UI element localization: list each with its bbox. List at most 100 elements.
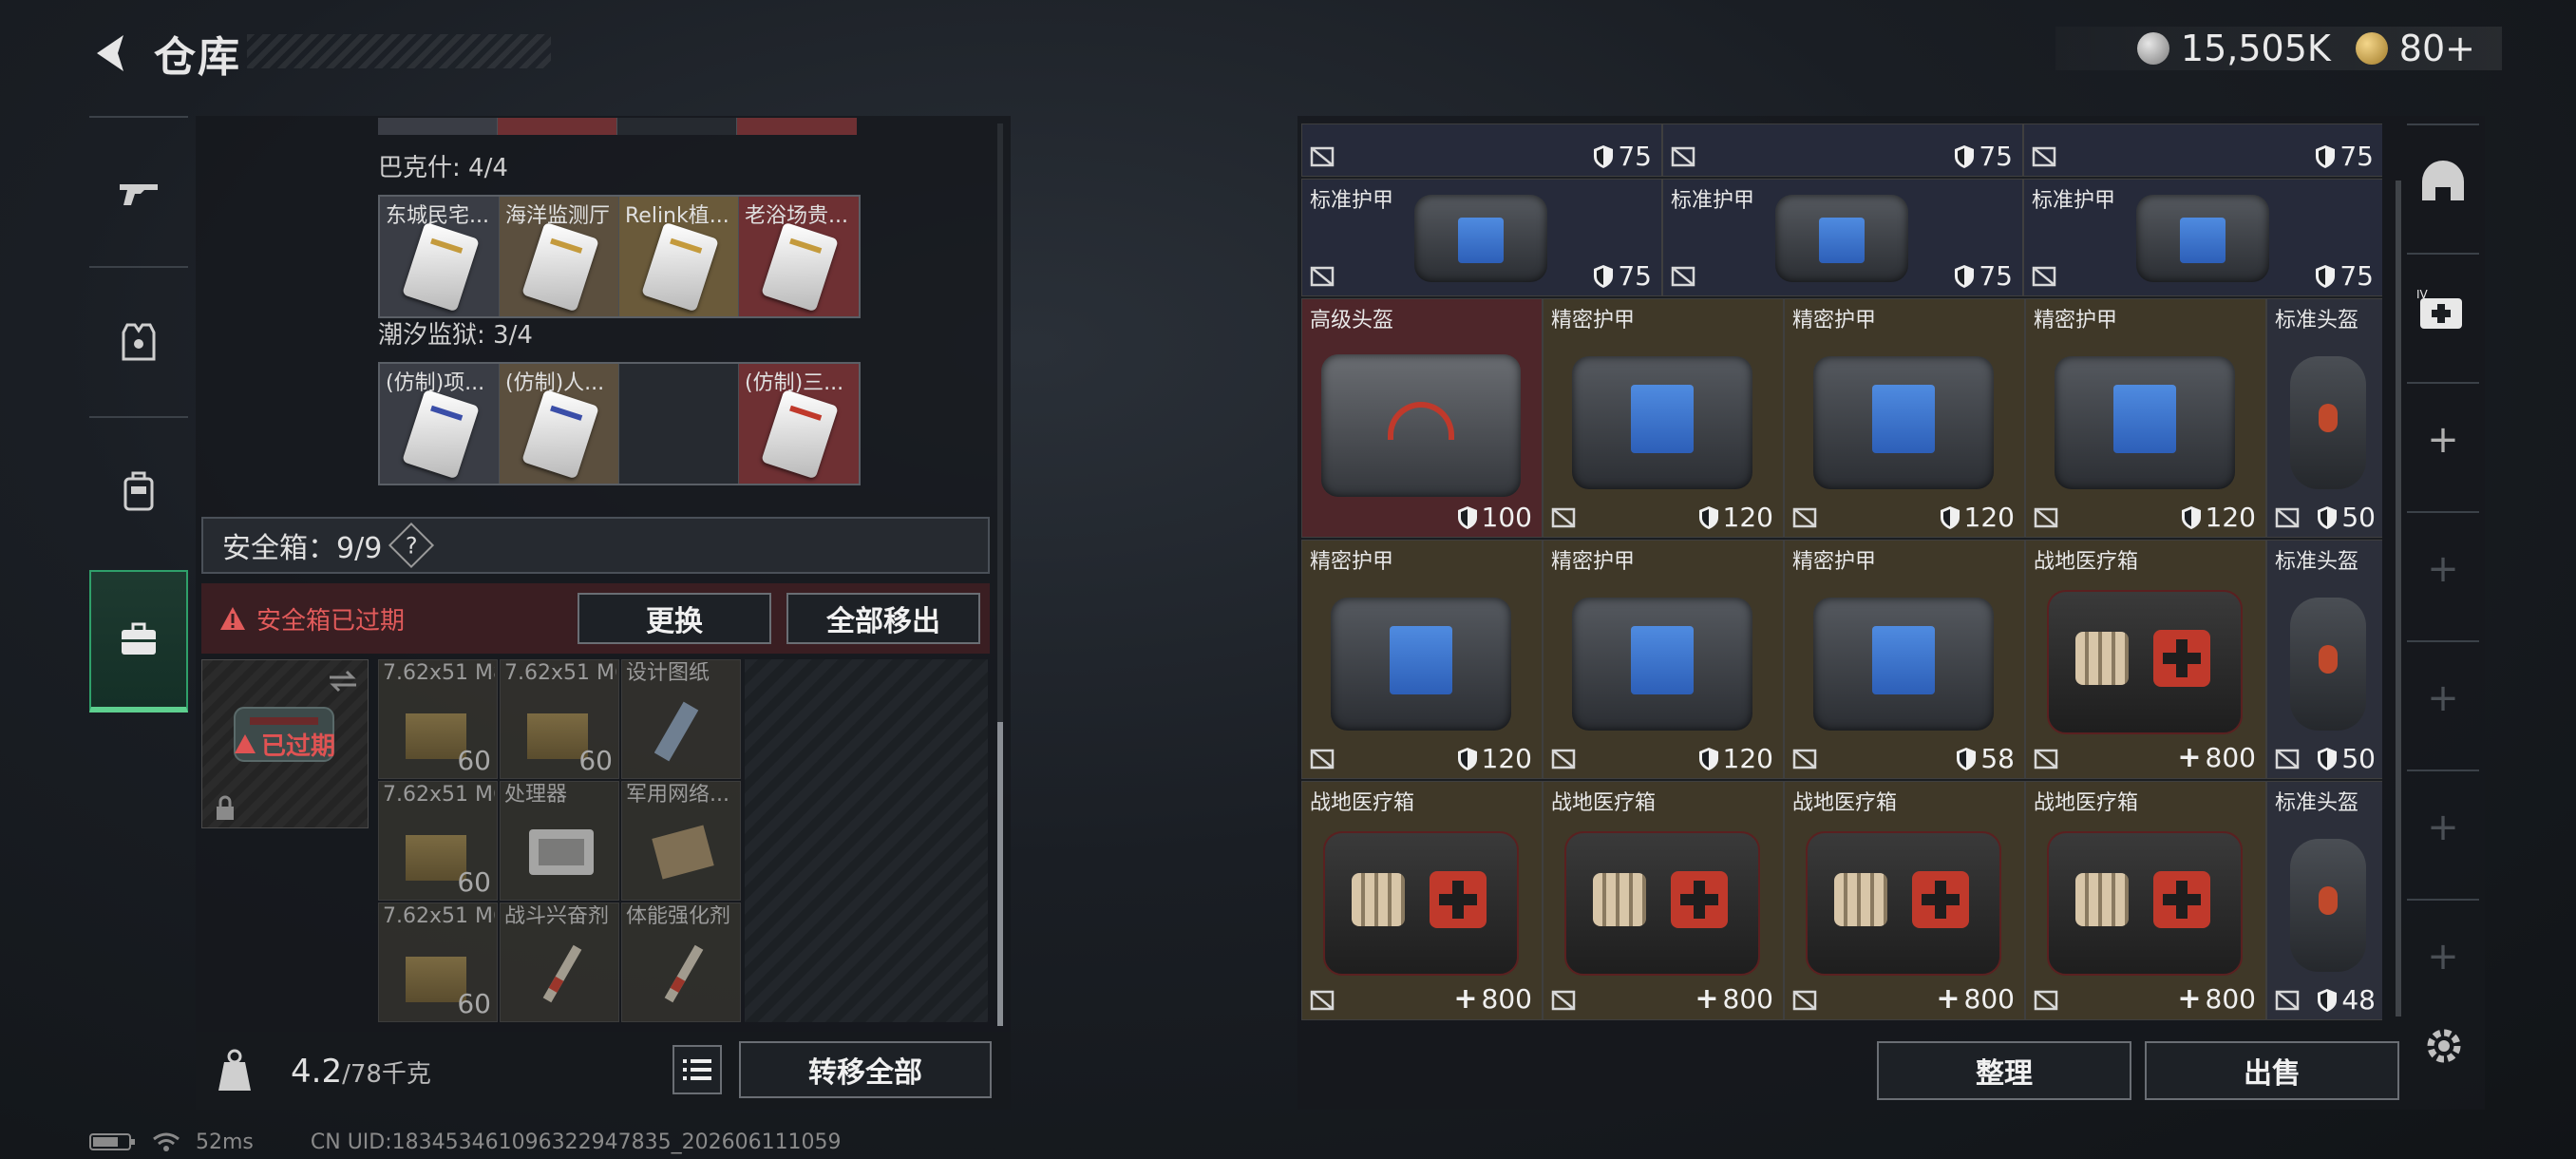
storage-slot-partial[interactable]: 75 [1301, 124, 1662, 177]
storage-slot-partial[interactable]: 75 [2023, 124, 2382, 177]
storage-slot[interactable]: 标准护甲 75 [2023, 179, 2382, 296]
no-sale-icon [2032, 266, 2056, 287]
storage-slot[interactable]: 标准头盔 50 [2266, 298, 2382, 538]
plus-icon: + [2427, 806, 2459, 849]
lock-icon [217, 795, 234, 820]
battery-icon [89, 1133, 135, 1150]
syringe-icon [542, 944, 582, 1003]
slot-value: 75 [1593, 260, 1652, 292]
collection-slot[interactable] [619, 364, 739, 484]
collection-slot[interactable]: 海洋监测厅 [500, 197, 619, 316]
heal-plus-icon: + [1936, 982, 1960, 1016]
gold-currency-value[interactable]: 80+ [2399, 28, 2475, 69]
safebox-item[interactable]: 7.62x51 M62 60 [378, 781, 498, 901]
safebox-item[interactable]: 处理器 [500, 781, 619, 901]
nav-weapons[interactable] [89, 116, 188, 266]
help-icon[interactable]: ? [388, 522, 435, 569]
medkit-filter-tab[interactable]: IV [2407, 253, 2479, 367]
armor-icon [1572, 356, 1752, 489]
add-filter-slot[interactable]: + [2407, 770, 2479, 884]
storage-slot-partial[interactable]: 75 [1662, 124, 2023, 177]
armor-icon [2055, 356, 2235, 489]
storage-slot[interactable]: 标准头盔 50 [2266, 540, 2382, 779]
gun-icon [120, 184, 158, 205]
armor-shield-icon [1698, 747, 1718, 770]
safebox-item[interactable]: 设计图纸 [621, 659, 741, 779]
remove-all-button[interactable]: 全部移出 [786, 593, 980, 644]
plus-icon: + [2427, 547, 2459, 591]
nav-gear[interactable] [89, 266, 188, 416]
slot-value: 50 [2317, 743, 2376, 774]
slot-label: 精密护甲 [2034, 309, 2118, 332]
helmet-filter-tab[interactable] [2407, 124, 2479, 238]
collection-slot[interactable]: Relink植... [619, 197, 739, 316]
right-scrollbar-thumb[interactable] [2396, 180, 2401, 1016]
storage-slot[interactable]: 标准头盔 48 [2266, 781, 2382, 1020]
keycard-icon [641, 221, 719, 313]
storage-slot[interactable]: 战地医疗箱 +800 [2025, 540, 2266, 779]
silver-currency-value: 15,505K [2180, 28, 2331, 69]
sell-button[interactable]: 出售 [2145, 1041, 2399, 1100]
no-sale-icon [1671, 146, 1695, 167]
collection-slot[interactable]: (仿制)人... [500, 364, 619, 484]
transfer-all-button[interactable]: 转移全部 [739, 1041, 992, 1098]
storage-grid: 75 75 75 标准护甲 75 标准护甲 75 标准护甲 75 高级头盔 100 精密护甲 120 精密… [1301, 124, 2382, 1020]
storage-slot[interactable]: 精密护甲 120 [2025, 298, 2266, 538]
slot-value: 100 [1457, 502, 1532, 533]
storage-slot[interactable]: 精密护甲 120 [1784, 298, 2025, 538]
backpack-icon [123, 471, 154, 511]
add-filter-slot[interactable]: + [2407, 382, 2479, 496]
add-filter-slot[interactable]: + [2407, 640, 2479, 754]
collection-slot[interactable]: 老浴场贵... [739, 197, 859, 316]
slot-value: +800 [1936, 982, 2015, 1016]
nav-backpack[interactable] [89, 416, 188, 566]
storage-slot[interactable]: 战地医疗箱 +800 [1543, 781, 1784, 1020]
safebox-item[interactable]: 7.62x51 M62 60 [500, 659, 619, 779]
slot-label: 标准头盔 [2275, 791, 2359, 815]
safebox-item[interactable]: 战斗兴奋剂 [500, 902, 619, 1022]
sort-button[interactable]: 整理 [1877, 1041, 2131, 1100]
collection-slot[interactable]: (仿制)项... [380, 364, 500, 484]
left-scrollbar-thumb[interactable] [997, 722, 1003, 1026]
list-view-button[interactable] [672, 1045, 722, 1094]
armor-shield-icon [2318, 505, 2338, 529]
storage-slot[interactable]: 标准护甲 75 [1301, 179, 1662, 296]
secure-case-slot[interactable]: 已过期 [201, 659, 369, 828]
nav-safebox[interactable] [89, 570, 188, 712]
helmet-icon [1321, 354, 1521, 497]
slot-value: 75 [1593, 141, 1652, 172]
storage-slot[interactable]: 战地医疗箱 +800 [1784, 781, 2025, 1020]
slot-label: 标准护甲 [2032, 189, 2116, 213]
replace-button[interactable]: 更换 [578, 593, 771, 644]
back-arrow-icon[interactable] [85, 28, 137, 79]
item-label: 7.62x51 M62 [383, 905, 495, 928]
storage-slot[interactable]: 战地医疗箱 +800 [1301, 781, 1543, 1020]
no-sale-icon [1671, 266, 1695, 287]
heal-plus-icon: + [2177, 741, 2202, 774]
storage-slot[interactable]: 精密护甲 120 [1543, 540, 1784, 779]
collection-slot[interactable]: 东城民宅... [380, 197, 500, 316]
storage-slot[interactable]: 精密护甲 58 [1784, 540, 2025, 779]
slot-value: +800 [1453, 982, 1532, 1016]
slot-label: 战地医疗箱 [1551, 791, 1657, 815]
storage-slot[interactable]: 标准护甲 75 [1662, 179, 2023, 296]
no-sale-icon [1792, 749, 1817, 770]
settings-gear-icon[interactable] [2420, 1022, 2468, 1074]
collection-slot[interactable]: (仿制)三... [739, 364, 859, 484]
safebox-item[interactable]: 体能强化剂 [621, 902, 741, 1022]
swap-icon[interactable] [328, 668, 358, 694]
storage-slot[interactable]: 战地医疗箱 +800 [2025, 781, 2266, 1020]
medkit-icon [2047, 831, 2243, 976]
storage-slot[interactable]: 精密护甲 120 [1543, 298, 1784, 538]
add-filter-slot[interactable]: + [2407, 899, 2479, 1013]
safebox-item[interactable]: 军用网络... [621, 781, 741, 901]
safebox-item[interactable]: 7.62x51 M80 60 [378, 659, 498, 779]
page-title: 仓库 [154, 33, 241, 82]
armor-shield-icon [2318, 747, 2338, 770]
add-filter-slot[interactable]: + [2407, 511, 2479, 625]
storage-slot[interactable]: 高级头盔 100 [1301, 298, 1543, 538]
weight-icon [218, 1049, 251, 1091]
storage-slot[interactable]: 精密护甲 120 [1301, 540, 1543, 779]
helmet-icon [2290, 839, 2366, 972]
safebox-item[interactable]: 7.62x51 M62 60 [378, 902, 498, 1022]
